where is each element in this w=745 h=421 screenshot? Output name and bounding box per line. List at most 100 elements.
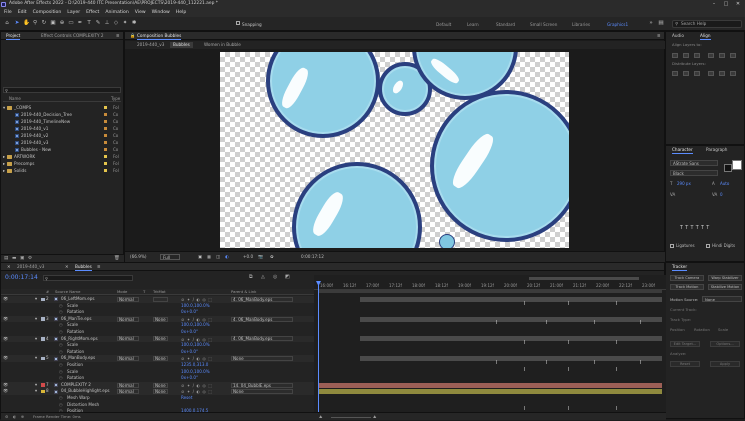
column-type[interactable]: Type (111, 96, 120, 102)
stopwatch-icon[interactable]: ◷ (59, 369, 63, 376)
panel-menu-icon[interactable]: ≡ (97, 263, 101, 271)
reset-button[interactable]: Reset (670, 361, 700, 367)
disclosure-triangle-icon[interactable]: ▾ (35, 355, 37, 362)
layer-name[interactable]: 06_ManBody.eps (61, 355, 95, 362)
zoom-out-icon[interactable]: ⛰ (319, 413, 322, 421)
project-folder-item[interactable]: ▸ ARTWORK Fol (3, 153, 121, 160)
layer-duration-bar[interactable] (360, 316, 662, 322)
layer-switches[interactable]: ⊘ ✦ / ◐ ◎ ⬚ (181, 297, 233, 302)
zoom-tool-icon[interactable]: ⚲ (32, 20, 38, 27)
track-matte-dropdown[interactable]: None (153, 356, 168, 362)
keyframe-marker[interactable]: I (568, 341, 569, 346)
workspace-graphics1[interactable]: Graphics1 (607, 22, 628, 27)
stopwatch-icon[interactable]: ◷ (59, 349, 63, 356)
label-color-chip[interactable] (104, 119, 107, 123)
blend-mode-dropdown[interactable]: Normal (117, 316, 139, 322)
edit-target-button[interactable]: Edit Target... (670, 341, 700, 347)
close-tab-icon[interactable]: ✕ (7, 263, 11, 271)
warp-stabilizer-button[interactable]: Warp Stabilizer (708, 275, 742, 281)
new-folder-icon[interactable]: ▬ (12, 256, 16, 261)
faux-style-buttons[interactable]: TTTTTT (680, 226, 712, 231)
parent-link-dropdown[interactable]: 14. 04_BubblE.eps (231, 382, 293, 388)
selection-tool-icon[interactable]: ➤ (14, 20, 20, 27)
layer-switches[interactable]: ⊘ ✦ / ◐ ◎ ⬚ (181, 383, 233, 388)
property-value[interactable]: 0x+0.0° (181, 329, 198, 336)
align-left-icon[interactable] (672, 53, 678, 58)
exposure-value[interactable]: +0.0 (243, 252, 253, 262)
track-matte-dropdown[interactable] (153, 296, 168, 302)
property-row[interactable]: ◷ Rotation 0x+0.0° (1, 375, 314, 382)
project-comp-item[interactable]: 2019-440_v2 Co (3, 132, 121, 139)
snapping-checkbox[interactable] (236, 21, 240, 25)
label-color-chip[interactable] (41, 317, 45, 321)
font-family-dropdown[interactable]: AStrate Sans (670, 160, 718, 166)
project-comp-item[interactable]: 2019-440_Decision_Tree Co (3, 111, 121, 118)
rectangle-tool-icon[interactable]: ▭ (68, 20, 74, 27)
layer-row[interactable]: 👁 ▾ 8 04_BubbleHighlight.eps Normal None ⊘ ✦ /… (1, 388, 314, 395)
property-row[interactable]: ◷ Scale 100.0,100.0% (1, 369, 314, 376)
mask-visibility-icon[interactable]: ◫ (216, 252, 220, 262)
project-folder-item[interactable]: ▸ Precomps Fol (3, 160, 121, 167)
layer-switches[interactable]: ⊘ ✦ / ◐ ◎ ⬚ (181, 389, 233, 394)
track-motion-button[interactable]: Track Motion (670, 284, 704, 290)
rotation-checkbox[interactable]: Rotation (694, 327, 710, 332)
label-color-chip[interactable] (104, 133, 107, 137)
stopwatch-icon[interactable]: ◷ (59, 309, 63, 316)
keyframe-marker[interactable]: I (616, 368, 617, 373)
blend-mode-dropdown[interactable]: Normal (117, 296, 139, 302)
distribute-vcenter-icon[interactable] (683, 71, 689, 76)
distribute-left-icon[interactable] (708, 71, 714, 76)
visibility-eye-icon[interactable]: 👁 (3, 296, 8, 303)
menu-animation[interactable]: Animation (105, 10, 128, 15)
label-color-chip[interactable] (104, 161, 107, 165)
tab-audio[interactable]: Audio (672, 32, 684, 40)
font-style-dropdown[interactable]: Black (670, 170, 718, 176)
disclosure-triangle-icon[interactable]: ▾ (35, 336, 37, 343)
label-color-chip[interactable] (41, 383, 45, 387)
hindi-digits-checkbox[interactable] (706, 244, 710, 248)
label-color-chip[interactable] (104, 112, 107, 116)
parent-link-dropdown[interactable]: None (231, 389, 293, 395)
workspace-small-screen[interactable]: Small Screen (530, 22, 557, 27)
interpret-footage-icon[interactable]: ▤ (4, 256, 8, 261)
align-bottom-icon[interactable] (730, 53, 736, 58)
leading-value[interactable]: Auto (720, 181, 729, 186)
keyframe-marker[interactable]: I (616, 302, 617, 307)
stopwatch-icon[interactable]: ◷ (59, 322, 63, 329)
disclosure-triangle-icon[interactable]: ▾ (35, 316, 37, 323)
property-row[interactable]: ◷ Rotation 0x+0.0° (1, 309, 314, 316)
keyframe-marker[interactable]: I (524, 368, 525, 373)
keyframe-marker[interactable]: I (546, 361, 547, 366)
distribute-top-icon[interactable] (672, 71, 678, 76)
toggle-modes-icon[interactable]: ◐ (13, 413, 16, 421)
menu-composition[interactable]: Composition (33, 10, 62, 15)
visibility-eye-icon[interactable]: 👁 (3, 388, 8, 395)
region-of-interest-icon[interactable]: ▣ (198, 252, 202, 262)
label-color-chip[interactable] (104, 154, 107, 158)
blend-mode-dropdown[interactable]: Normal (117, 356, 139, 362)
layer-duration-bar[interactable] (318, 389, 662, 395)
property-value[interactable]: 1235.0,313.0 (181, 362, 208, 369)
type-tool-icon[interactable]: T (86, 20, 92, 27)
graph-editor-icon[interactable]: ◩ (285, 274, 290, 280)
work-area-scrollbar[interactable] (529, 277, 639, 280)
disclosure-triangle-icon[interactable]: ▾ (35, 382, 37, 389)
property-value[interactable]: 100.0,100.0% (181, 369, 210, 376)
label-color-chip[interactable] (41, 297, 45, 302)
apply-button[interactable]: Apply (710, 361, 740, 367)
font-size-value[interactable]: 290 px (677, 181, 691, 186)
label-color-chip[interactable] (104, 147, 107, 151)
stopwatch-icon[interactable]: ◷ (59, 362, 63, 369)
keyframe-marker[interactable]: I (496, 361, 497, 366)
property-row[interactable]: ◷ Scale 100.0,100.0% (1, 303, 314, 310)
zoom-slider[interactable] (331, 416, 371, 418)
distribute-right-icon[interactable] (730, 71, 736, 76)
layer-duration-bar[interactable] (360, 356, 662, 362)
label-color-chip[interactable] (41, 389, 45, 394)
label-color-chip[interactable] (104, 168, 107, 172)
resolution-dropdown[interactable]: Full (160, 254, 180, 260)
layer-duration-bar[interactable] (318, 382, 662, 388)
stroke-color-swatch[interactable] (724, 164, 732, 172)
layer-name[interactable]: 04_BubbleHighlight.eps (61, 388, 110, 395)
options-button[interactable]: Options... (710, 341, 740, 347)
